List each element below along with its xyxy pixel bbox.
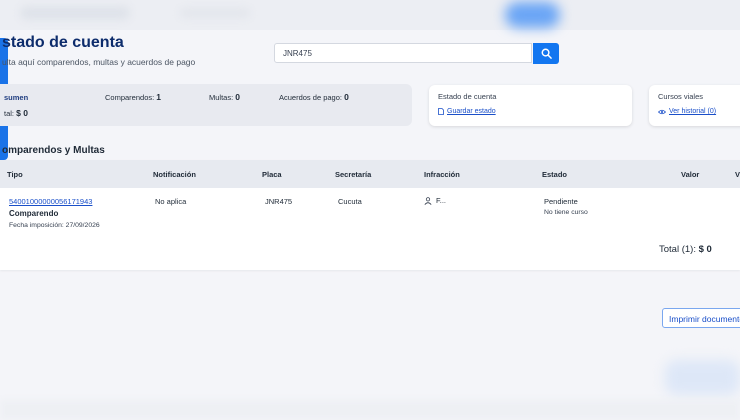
table-header: Tipo Notificación Placa Secretaría Infra…	[0, 160, 740, 188]
guardar-estado-link[interactable]: Guardar estado	[438, 108, 496, 115]
summary-total: tal: $ 0	[4, 108, 28, 118]
col-infraccion: Infracción	[424, 170, 460, 179]
section-title: omparendos y Multas	[2, 145, 105, 156]
top-bar-blurred	[0, 0, 740, 30]
estado-cuenta-card: Estado de cuenta Guardar estado	[429, 85, 632, 126]
search-input[interactable]: JNR475	[274, 43, 532, 63]
comparendo-number-link[interactable]: 54001000000056171943	[9, 197, 92, 206]
summary-multas: Multas: 0	[209, 92, 241, 102]
person-icon	[424, 196, 432, 205]
summary-comparendos: Comparendos: 1	[105, 92, 162, 102]
col-v: V	[735, 170, 740, 179]
col-valor: Valor	[681, 170, 700, 179]
col-placa: Placa	[262, 170, 282, 179]
col-secretaria: Secretaría	[335, 170, 372, 179]
page-title: stado de cuenta	[2, 34, 124, 51]
page-subtitle: ulta aquí comparendos, multas y acuerdos…	[2, 57, 196, 67]
row-fecha: Fecha imposición: 27/09/2026	[9, 222, 100, 229]
search-icon	[541, 48, 552, 59]
blurred-logo	[20, 6, 130, 20]
blurred-nav	[180, 8, 250, 18]
row-placa: JNR475	[265, 197, 293, 206]
row-infraccion: F...	[424, 196, 446, 205]
col-tipo: Tipo	[7, 170, 23, 179]
summary-label: sumen	[4, 93, 29, 102]
blurred-button	[505, 2, 560, 28]
estado-cuenta-title: Estado de cuenta	[438, 92, 497, 101]
search-button[interactable]	[533, 43, 559, 64]
print-document-button[interactable]: Imprimir documento	[662, 308, 740, 328]
document-icon	[438, 108, 444, 115]
row-estado: Pendiente	[544, 197, 578, 206]
row-estado-detalle: No tiene curso	[544, 209, 588, 216]
comparendos-table: Tipo Notificación Placa Secretaría Infra…	[0, 160, 740, 270]
summary-acuerdos: Acuerdos de pago: 0	[279, 92, 349, 102]
row-notificacion: No aplica	[155, 197, 187, 206]
table-total: Total (1): $ 0	[659, 244, 712, 255]
col-estado: Estado	[542, 170, 568, 179]
ver-historial-link[interactable]: Ver historial (0)	[658, 108, 716, 115]
summary-panel: sumen Comparendos: 1 Multas: 0 Acuerdos …	[0, 84, 412, 126]
row-secretaria: Cucuta	[338, 197, 362, 206]
blurred-widget	[665, 360, 740, 395]
bottom-fade	[0, 400, 740, 420]
col-notificacion: Notificación	[153, 170, 196, 179]
row-tipo: Comparendo	[9, 209, 59, 218]
eye-icon	[658, 109, 666, 114]
cursos-viales-card: Cursos viales Ver historial (0)	[649, 85, 740, 126]
cursos-viales-title: Cursos viales	[658, 92, 704, 101]
